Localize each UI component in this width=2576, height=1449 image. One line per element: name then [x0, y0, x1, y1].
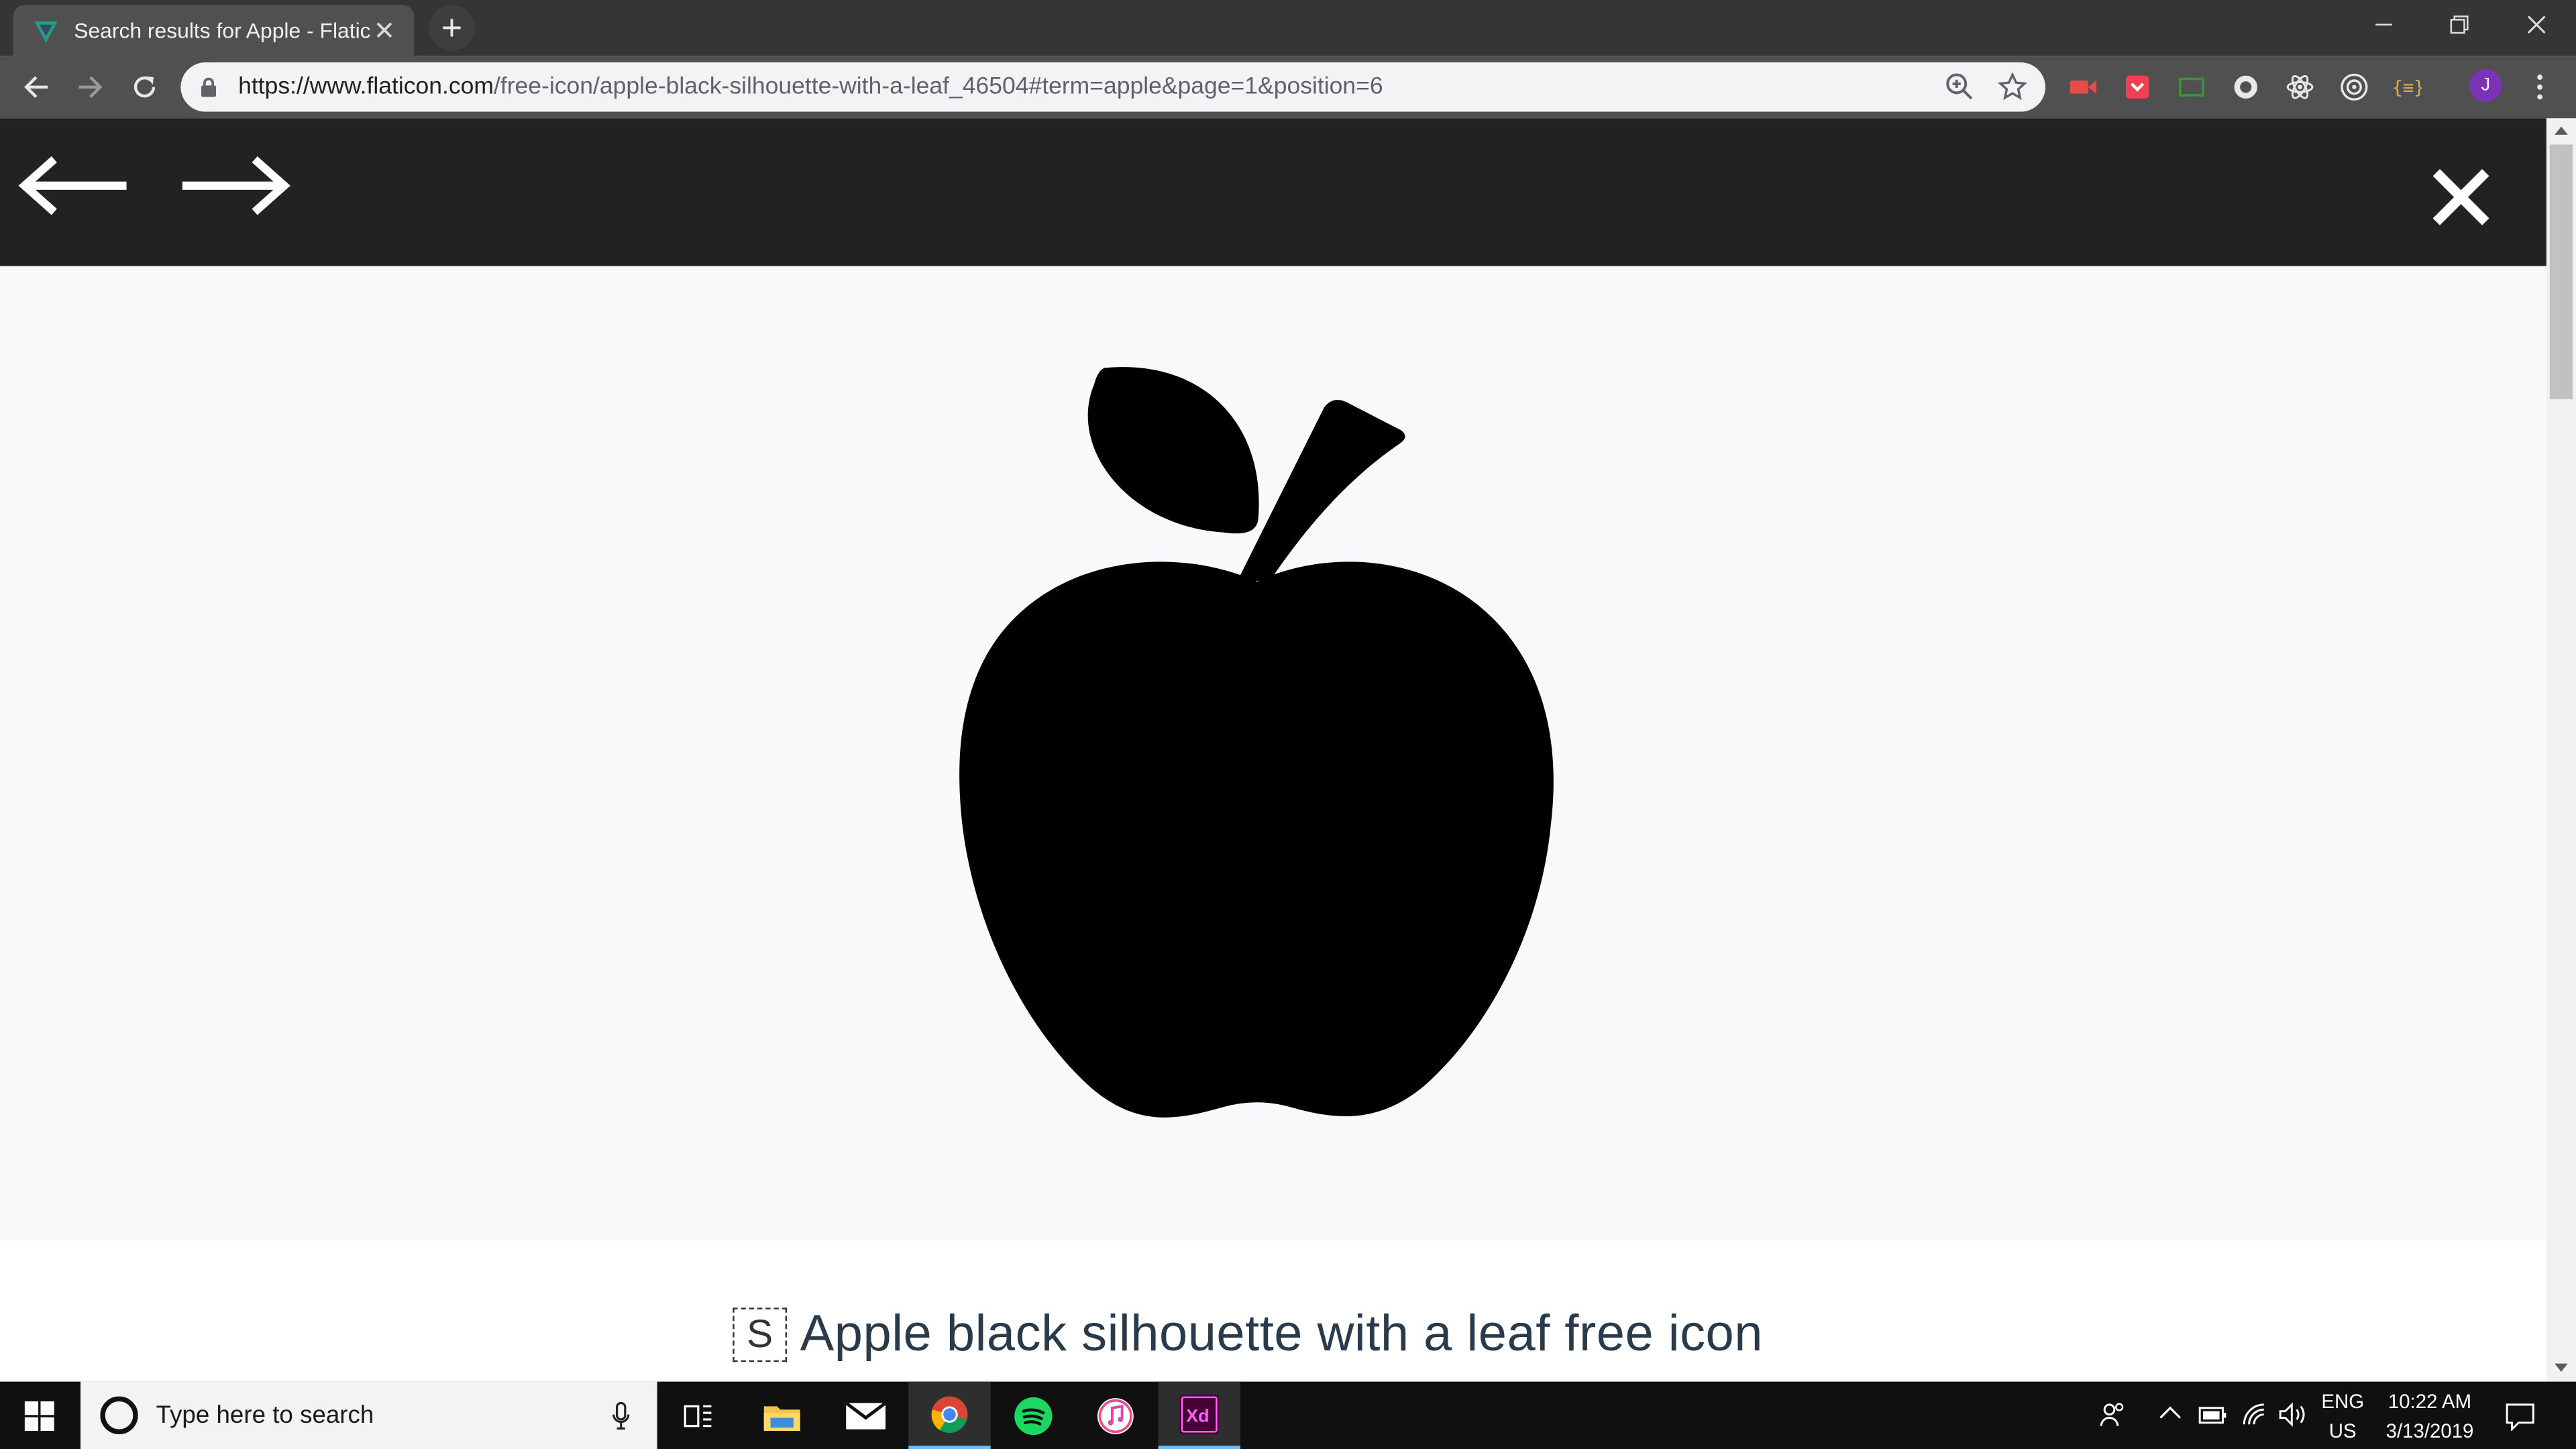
extension-target-icon[interactable]: [2338, 70, 2371, 103]
extension-react-icon[interactable]: [2284, 70, 2316, 103]
close-viewer-button[interactable]: [2425, 161, 2498, 233]
new-tab-button[interactable]: +: [429, 5, 475, 51]
arrow-right-icon: [78, 76, 103, 99]
svg-text:{≡}: {≡}: [2392, 78, 2422, 99]
extension-circle-icon[interactable]: [2229, 70, 2262, 103]
url-host: https://www.flaticon.com: [238, 74, 494, 101]
extension-video-icon[interactable]: [2067, 70, 2100, 103]
volume-icon[interactable]: [2279, 1401, 2308, 1428]
task-view-button[interactable]: [657, 1382, 739, 1449]
spotify-icon: [1014, 1396, 1053, 1434]
zoom-icon[interactable]: [1945, 72, 1975, 102]
windows-logo-icon: [24, 1400, 54, 1430]
mail-app[interactable]: [824, 1382, 906, 1449]
previous-icon-button[interactable]: [16, 150, 131, 222]
profile-avatar[interactable]: J: [2469, 68, 2502, 102]
forward-button[interactable]: [70, 67, 110, 107]
spotify-app[interactable]: [992, 1382, 1074, 1449]
microphone-icon[interactable]: [611, 1401, 631, 1431]
minimize-button[interactable]: [2346, 0, 2422, 49]
icon-title: Apple black silhouette with a leaf free …: [800, 1304, 1763, 1362]
taskbar-search-placeholder: Type here to search: [156, 1401, 374, 1430]
flaticon-favicon-icon: [34, 20, 58, 42]
close-icon: [2527, 15, 2546, 34]
chevron-up-icon[interactable]: [2159, 1405, 2182, 1421]
restore-icon: [2450, 15, 2469, 34]
scrollbar-thumb[interactable]: [2549, 144, 2573, 400]
reload-icon: [133, 76, 156, 98]
arrow-left-icon: [24, 76, 48, 99]
input-region[interactable]: US: [2316, 1419, 2369, 1442]
url-text: https://www.flaticon.com/free-icon/apple…: [238, 74, 1383, 100]
action-center-icon[interactable]: [2506, 1401, 2535, 1432]
start-button[interactable]: [0, 1382, 79, 1449]
adobe-xd-app[interactable]: Xd: [1158, 1381, 1240, 1449]
arrow-left-icon: [18, 156, 127, 215]
page-scrollbar[interactable]: [2546, 118, 2576, 1382]
people-icon[interactable]: [2100, 1401, 2126, 1428]
bookmark-star-icon[interactable]: [1997, 72, 2028, 102]
icon-preview-area: [0, 266, 2546, 1240]
arrow-right-icon: [182, 156, 290, 215]
chrome-app[interactable]: [908, 1381, 991, 1449]
apple-icon: [959, 367, 1554, 1118]
taskbar-search-box[interactable]: Type here to search: [80, 1381, 657, 1449]
menu-dots-icon[interactable]: [2527, 72, 2553, 102]
wifi-icon[interactable]: [2241, 1401, 2267, 1428]
windows-taskbar: Type here to search Xd ENG US 10:22 AM 3…: [0, 1381, 2576, 1449]
task-view-icon: [684, 1404, 712, 1427]
browser-toolbar: https://www.flaticon.com/free-icon/apple…: [0, 56, 2576, 119]
cortana-icon: [100, 1396, 138, 1434]
battery-icon[interactable]: [2198, 1403, 2228, 1426]
tab-strip: Search results for Apple - Flaticon ✕ +: [0, 0, 2576, 56]
url-path: /free-icon/apple-black-silhouette-with-a…: [493, 74, 1383, 101]
chrome-icon: [931, 1395, 968, 1432]
minimize-icon: [2375, 23, 2392, 25]
tab-title: Search results for Apple - Flaticon: [74, 17, 372, 43]
restore-button[interactable]: [2422, 0, 2498, 49]
itunes-app[interactable]: [1075, 1382, 1157, 1449]
file-explorer-app[interactable]: [741, 1382, 822, 1449]
back-button[interactable]: [16, 67, 56, 107]
icon-viewer-bar: [0, 118, 2546, 266]
clock-date[interactable]: 3/13/2019: [2375, 1419, 2484, 1442]
clock-time[interactable]: 10:22 AM: [2375, 1390, 2484, 1413]
icon-title-row: S Apple black silhouette with a leaf fre…: [733, 1304, 1763, 1363]
adobe-xd-icon: Xd: [1179, 1393, 1220, 1434]
browser-tab[interactable]: Search results for Apple - Flaticon ✕: [13, 5, 415, 56]
next-icon-button[interactable]: [177, 150, 292, 222]
extension-window-icon[interactable]: [2175, 70, 2208, 103]
tab-close-icon[interactable]: ✕: [371, 14, 397, 47]
close-window-button[interactable]: [2499, 0, 2575, 49]
folder-icon: [763, 1405, 800, 1430]
address-bar[interactable]: https://www.flaticon.com/free-icon/apple…: [180, 62, 2045, 112]
itunes-icon: [1097, 1397, 1134, 1434]
scroll-up-arrow-icon[interactable]: [2555, 126, 2568, 135]
extension-pocket-icon[interactable]: [2121, 70, 2154, 103]
lock-icon: [201, 77, 217, 97]
extension-braces-icon[interactable]: {≡}: [2390, 70, 2423, 103]
svg-text:Xd: Xd: [1186, 1405, 1209, 1425]
input-language[interactable]: ENG: [2316, 1390, 2369, 1413]
scroll-down-arrow-icon[interactable]: [2555, 1363, 2568, 1372]
style-badge: S: [733, 1307, 788, 1361]
reload-button[interactable]: [125, 67, 164, 107]
close-icon: [2432, 168, 2489, 225]
mail-icon: [845, 1401, 887, 1429]
